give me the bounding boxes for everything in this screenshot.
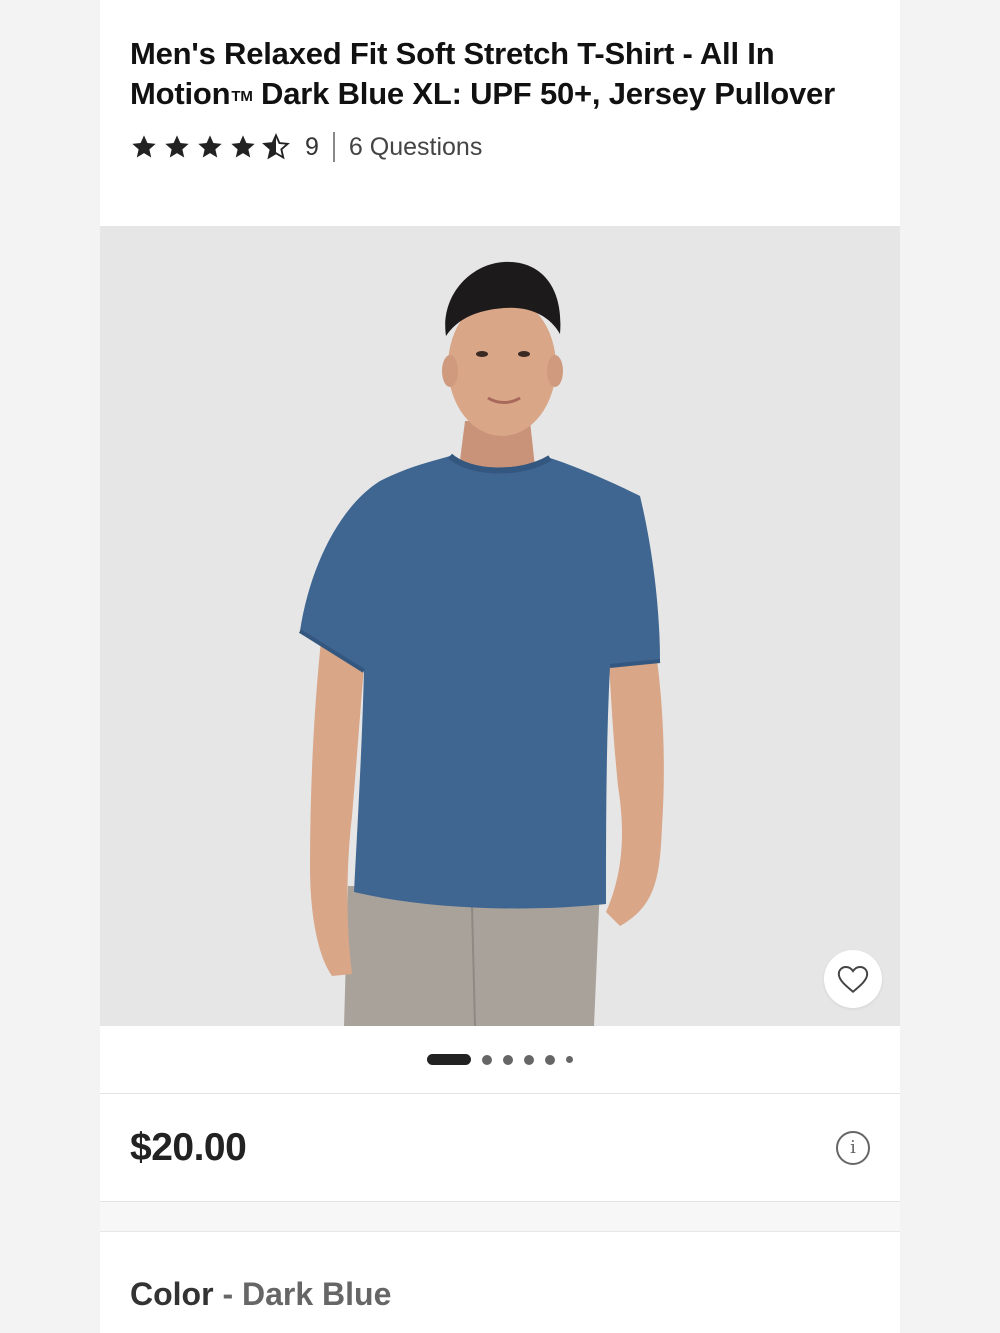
rating-row: 9 6 Questions <box>130 129 870 165</box>
color-separator: - <box>213 1276 242 1312</box>
info-icon[interactable]: i <box>836 1130 870 1165</box>
carousel-dot[interactable] <box>545 1054 555 1065</box>
carousel-dot[interactable] <box>566 1056 573 1063</box>
product-image[interactable] <box>100 226 900 1026</box>
carousel-dot[interactable] <box>524 1054 534 1065</box>
star-full-icon <box>132 135 156 158</box>
carousel-indicator[interactable] <box>100 1026 900 1094</box>
star-half-icon <box>262 133 290 160</box>
right-background <box>900 0 1000 1333</box>
star-full-icon <box>231 135 255 158</box>
rating-divider <box>332 132 335 162</box>
star-full-icon <box>198 135 222 158</box>
model-illustration <box>100 226 900 1026</box>
carousel-dot-active[interactable] <box>427 1054 471 1065</box>
carousel-dot[interactable] <box>482 1054 492 1065</box>
section-gap <box>100 1202 900 1232</box>
product-panel: Men's Relaxed Fit Soft Stretch T-Shirt -… <box>100 0 900 1333</box>
price-row: $20.00 i <box>100 1094 900 1202</box>
rating-count[interactable]: 9 <box>305 133 319 162</box>
color-label: Color <box>130 1276 214 1312</box>
heart-icon <box>837 965 869 994</box>
left-background <box>0 0 100 1333</box>
product-title-part2: Dark Blue XL: UPF 50+, Jersey Pullover <box>252 76 835 111</box>
questions-link[interactable]: 6 Questions <box>349 133 482 162</box>
rating-stars[interactable] <box>130 133 295 161</box>
product-title: Men's Relaxed Fit Soft Stretch T-Shirt -… <box>130 34 870 117</box>
carousel-dot[interactable] <box>503 1054 513 1065</box>
star-full-icon <box>165 135 189 158</box>
trademark-mark: TM <box>231 88 253 105</box>
favorite-button[interactable] <box>824 950 882 1008</box>
price: $20.00 <box>130 1125 247 1169</box>
product-header: Men's Relaxed Fit Soft Stretch T-Shirt -… <box>100 0 900 226</box>
color-value: Dark Blue <box>241 1276 392 1312</box>
color-selector-heading: Color - Dark Blue <box>100 1232 900 1313</box>
